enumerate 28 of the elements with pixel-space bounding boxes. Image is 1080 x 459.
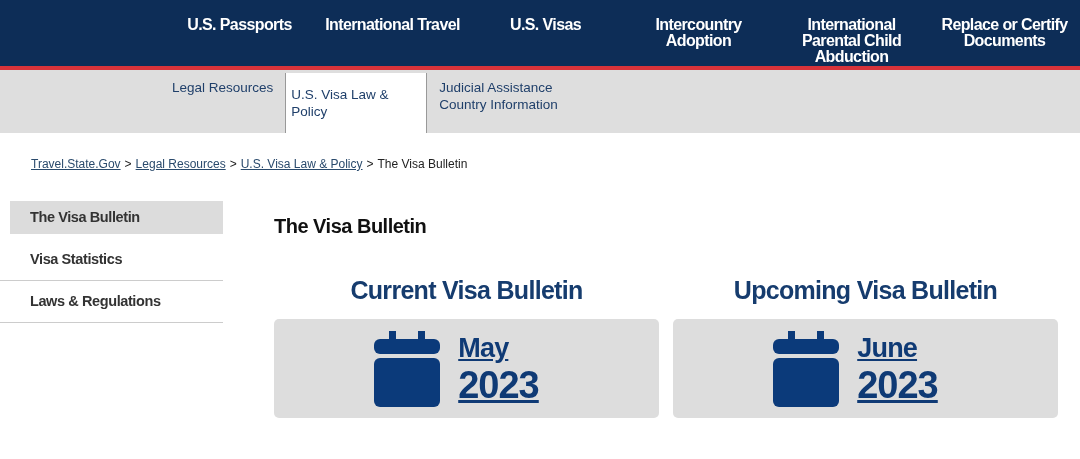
sub-nav-tab[interactable]: Legal Resources	[160, 70, 286, 133]
sub-nav-tab[interactable]: Judicial Assistance Country Information	[427, 70, 582, 133]
sidebar-item[interactable]: The Visa Bulletin	[10, 201, 223, 234]
year-link[interactable]: 2023	[857, 363, 938, 406]
month-link[interactable]: June	[857, 331, 938, 364]
breadcrumb-separator: >	[124, 157, 132, 171]
nav-link[interactable]: U.S. Passports	[163, 0, 316, 33]
nav-link[interactable]: Replace or Certify Documents	[928, 0, 1080, 49]
nav-link[interactable]: International Travel	[316, 0, 469, 33]
nav-link[interactable]: Intercountry Adoption	[622, 0, 775, 49]
bulletin-heading: Upcoming Visa Bulletin	[733, 276, 998, 305]
calendar-icon	[374, 330, 441, 407]
month-link[interactable]: May	[458, 331, 539, 364]
page-title: The Visa Bulletin	[274, 215, 428, 238]
sub-nav-tab[interactable]: U.S. Visa Law & Policy	[285, 73, 428, 133]
sidebar-item[interactable]: Laws & Regulations	[0, 281, 223, 323]
breadcrumb-link[interactable]: U.S. Visa Law & Policy	[240, 157, 363, 171]
nav-link[interactable]: U.S. Visas	[469, 0, 622, 33]
calendar-icon	[773, 330, 840, 407]
year-link[interactable]: 2023	[458, 363, 539, 406]
breadcrumb-link[interactable]: Legal Resources	[135, 157, 226, 171]
breadcrumb-current: The Visa Bulletin	[377, 157, 468, 171]
bulletin-heading: Current Visa Bulletin	[350, 276, 583, 305]
nav-link[interactable]: International Parental Child Abduction	[775, 0, 928, 65]
breadcrumb-separator: >	[366, 157, 374, 171]
breadcrumb-link[interactable]: Travel.State.Gov	[31, 157, 121, 171]
breadcrumb-separator: >	[229, 157, 237, 171]
sidebar-item[interactable]: Visa Statistics	[0, 239, 223, 281]
